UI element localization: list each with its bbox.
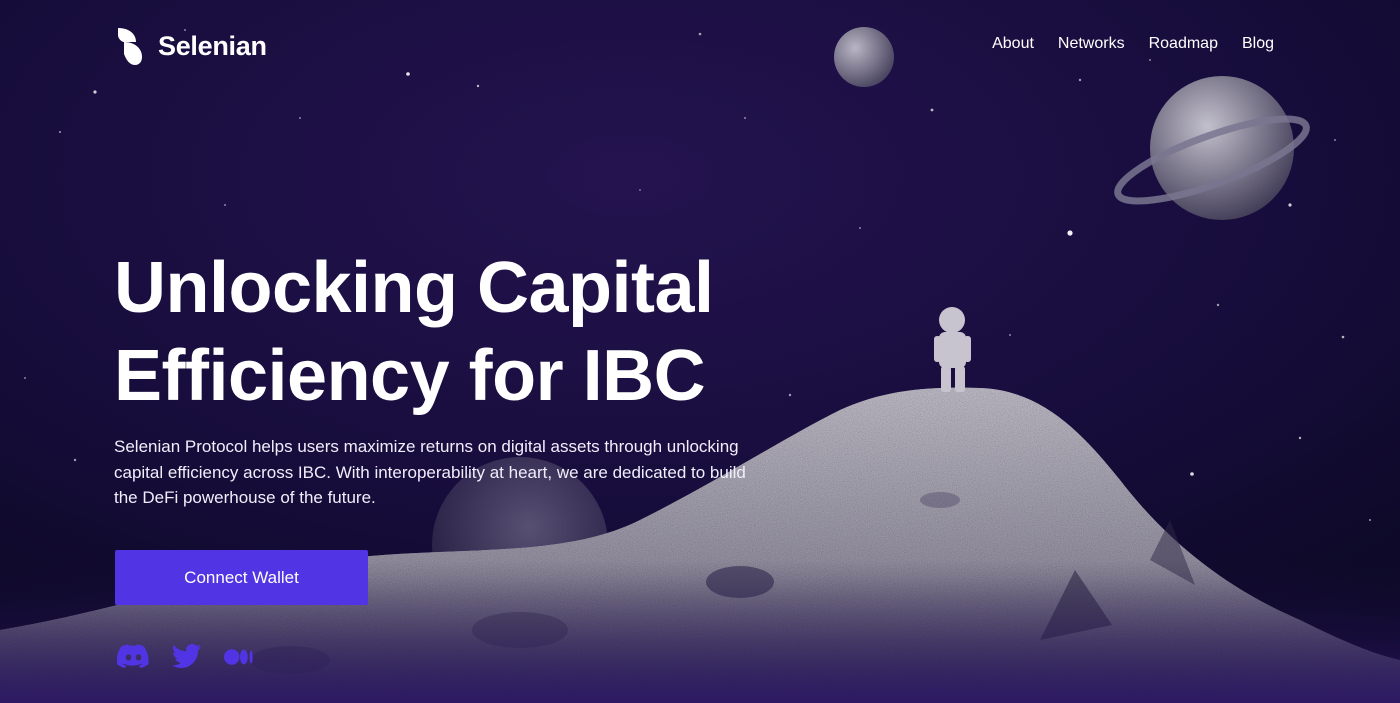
main-nav: About Networks Roadmap Blog	[992, 35, 1274, 53]
brand-name: Selenian	[158, 30, 267, 61]
site-header: Selenian About Networks Roadmap Blog	[0, 0, 1400, 92]
medium-icon[interactable]	[223, 642, 256, 672]
twitter-icon[interactable]	[170, 642, 203, 672]
nav-roadmap[interactable]: Roadmap	[1149, 35, 1218, 53]
nav-networks[interactable]: Networks	[1058, 35, 1125, 53]
brand-logo[interactable]: Selenian	[114, 26, 267, 66]
hero-description: Selenian Protocol helps users maximize r…	[114, 437, 746, 507]
connect-wallet-button[interactable]: Connect Wallet	[115, 550, 368, 605]
hero-title: Unlocking Capital Efficiency for IBC	[114, 244, 834, 420]
selenian-logo-icon	[118, 28, 142, 65]
hero-title-line-1: Unlocking Capital	[114, 248, 714, 328]
hero-section: Selenian About Networks Roadmap Blog Unl…	[0, 0, 1400, 703]
nav-blog[interactable]: Blog	[1242, 35, 1274, 53]
nav-about[interactable]: About	[992, 35, 1034, 53]
discord-icon[interactable]	[117, 642, 150, 672]
hero-title-line-2: Efficiency for IBC	[114, 336, 706, 416]
social-links	[117, 642, 256, 672]
